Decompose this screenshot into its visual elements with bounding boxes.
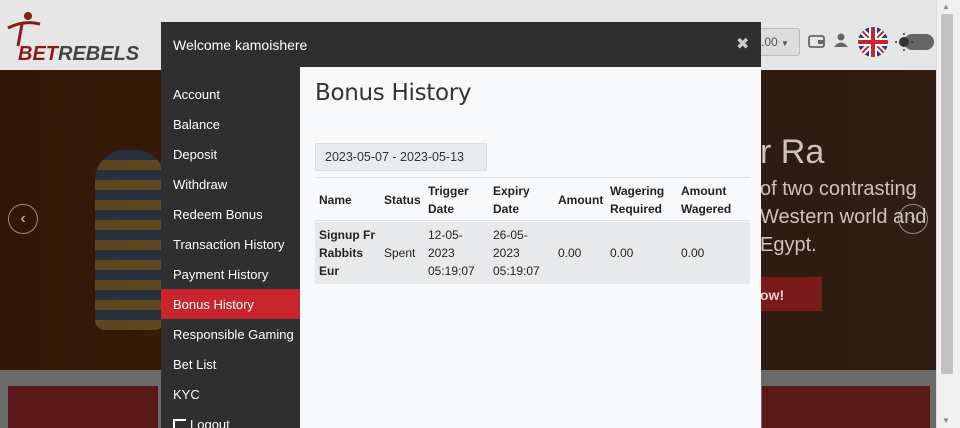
hero-cta-button[interactable]: ow! (760, 277, 822, 311)
column-header-wagering-required: Wagering Required (610, 184, 665, 216)
cell-expiry-date: 26-05- 2023 05:19:07 (493, 228, 540, 278)
menu-item-bonus-history[interactable]: Bonus History (161, 289, 300, 319)
date-range-input[interactable]: 2023-05-07 - 2023-05-13 (315, 143, 487, 171)
site-logo[interactable]: BETREBELS (4, 10, 144, 65)
scroll-down-arrow-icon[interactable]: ▼ (942, 416, 950, 425)
menu-item-kyc[interactable]: KYC (161, 379, 300, 409)
menu-item-balance[interactable]: Balance (161, 109, 300, 139)
carousel-next-button[interactable]: › (898, 204, 928, 234)
logout-label: Logout (190, 417, 230, 428)
menu-item-account[interactable]: Account (161, 79, 300, 109)
cell-amount: 0.00 (558, 246, 582, 260)
user-icon[interactable] (833, 32, 849, 48)
column-header-status: Status (384, 193, 421, 207)
column-header-amount: Amount (558, 193, 604, 207)
balance-dropdown[interactable]: .00 ▼ (756, 28, 800, 56)
hero-text-line: of two contrasting (760, 178, 917, 200)
menu-item-logout[interactable]: Logout (161, 409, 300, 428)
column-header-name: Name (319, 193, 352, 207)
modal-title: Welcome kamoishere (173, 37, 308, 53)
scrollbar-thumb[interactable] (941, 14, 953, 374)
cell-wagering-required: 0.00 (610, 246, 634, 260)
account-menu: Account Balance Deposit Withdraw Redeem … (161, 67, 300, 428)
table-row: Signup Fr Rabbits Eur Spent 12-05- 2023 05:1… (315, 222, 750, 284)
column-header-expiry-date: Expiry Date (493, 184, 530, 216)
menu-item-transaction-history[interactable]: Transaction History (161, 229, 300, 259)
menu-item-payment-history[interactable]: Payment History (161, 259, 300, 289)
chevron-down-icon: ▼ (781, 39, 789, 48)
table-header: Name Status Trigger Date Expiry Date Amoun… (315, 177, 750, 221)
uk-flag-icon[interactable] (858, 27, 888, 57)
game-thumbnail[interactable] (8, 386, 158, 428)
column-header-trigger-date: Trigger Date (428, 184, 469, 216)
menu-item-responsible-gaming[interactable]: Responsible Gaming (161, 319, 300, 349)
cell-status: Spent (384, 246, 416, 260)
logout-icon (173, 419, 186, 428)
close-icon[interactable]: ✖ (736, 34, 749, 54)
carousel-prev-button[interactable]: ‹ (8, 204, 38, 234)
theme-toggle[interactable] (894, 32, 934, 52)
menu-item-redeem-bonus[interactable]: Redeem Bonus (161, 199, 300, 229)
game-thumbnail[interactable] (762, 386, 930, 428)
logo-text: BETREBELS (18, 43, 140, 65)
cell-trigger-date: 12-05- 2023 05:19:07 (428, 228, 475, 278)
menu-item-deposit[interactable]: Deposit (161, 139, 300, 169)
hero-text-line: Egypt. (760, 234, 817, 256)
cell-amount-wagered: 0.00 (681, 246, 705, 260)
menu-item-bet-list[interactable]: Bet List (161, 349, 300, 379)
account-modal: Welcome kamoishere ✖ Account Balance Dep… (161, 22, 761, 428)
balance-value: .00 (761, 35, 778, 49)
column-header-amount-wagered: Amount Wagered (681, 184, 732, 216)
bonus-history-panel: Bonus History 2023-05-07 - 2023-05-13 Na… (300, 67, 761, 428)
scroll-up-arrow-icon[interactable]: ▲ (942, 2, 950, 11)
page-title: Bonus History (315, 80, 472, 106)
menu-item-withdraw[interactable]: Withdraw (161, 169, 300, 199)
cell-name: Signup Fr Rabbits Eur (319, 228, 375, 278)
hero-title: r Ra (760, 133, 825, 171)
modal-header: Welcome kamoishere ✖ (161, 22, 761, 67)
wallet-icon[interactable] (808, 33, 826, 49)
